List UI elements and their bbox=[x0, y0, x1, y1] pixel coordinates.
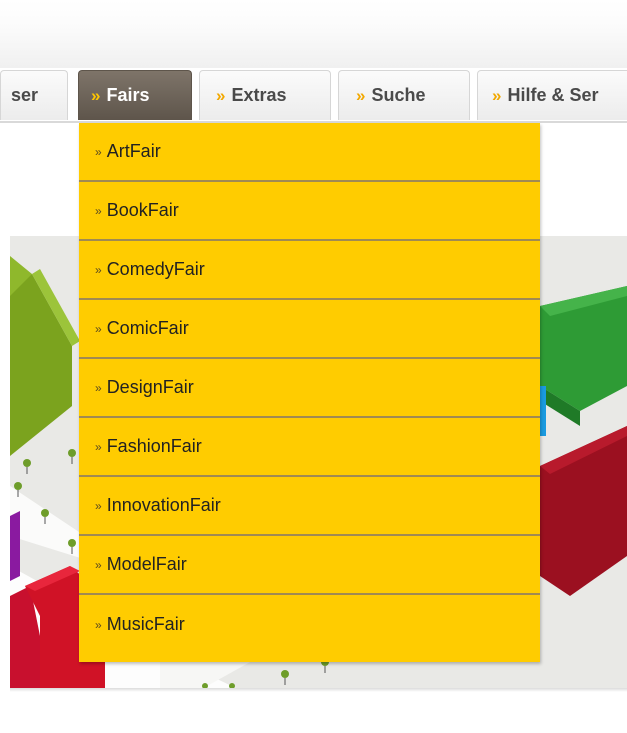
menu-item-designfair[interactable]: » DesignFair bbox=[79, 359, 540, 418]
tab-label: Suche bbox=[371, 85, 426, 105]
tab-fairs[interactable]: » Fairs bbox=[78, 70, 192, 120]
raquo-icon: » bbox=[91, 85, 101, 105]
raquo-icon: » bbox=[356, 85, 366, 105]
menu-item-label: ModelFair bbox=[106, 554, 187, 574]
menu-item-label: ArtFair bbox=[106, 141, 161, 161]
menu-item-label: FashionFair bbox=[106, 436, 202, 456]
menu-item-label: MusicFair bbox=[106, 614, 185, 634]
tab-hilfe-service[interactable]: » Hilfe & Ser bbox=[477, 70, 627, 120]
menu-item-artfair[interactable]: » ArtFair bbox=[79, 123, 540, 182]
menu-item-label: DesignFair bbox=[106, 377, 194, 397]
menu-item-modelfair[interactable]: » ModelFair bbox=[79, 536, 540, 595]
tab-label: ser bbox=[11, 85, 39, 105]
raquo-icon: » bbox=[95, 439, 102, 454]
raquo-icon: » bbox=[95, 380, 102, 395]
menu-item-fashionfair[interactable]: » FashionFair bbox=[79, 418, 540, 477]
tab-extras[interactable]: » Extras bbox=[199, 70, 331, 120]
raquo-icon: » bbox=[95, 321, 102, 336]
fairs-dropdown-menu: » ArtFair » BookFair » ComedyFair » Comi… bbox=[79, 123, 540, 662]
menu-item-comicfair[interactable]: » ComicFair bbox=[79, 300, 540, 359]
raquo-icon: » bbox=[95, 557, 102, 572]
tab-label: Hilfe & Ser bbox=[507, 85, 599, 105]
map-bottom-shadow bbox=[10, 688, 627, 692]
raquo-icon: » bbox=[95, 262, 102, 277]
raquo-icon: » bbox=[95, 144, 102, 159]
raquo-icon: » bbox=[492, 85, 502, 105]
tab-label: Fairs bbox=[106, 85, 150, 105]
menu-item-innovationfair[interactable]: » InnovationFair bbox=[79, 477, 540, 536]
raquo-icon: » bbox=[95, 617, 102, 632]
menu-item-label: ComedyFair bbox=[106, 259, 205, 279]
menu-item-comedyfair[interactable]: » ComedyFair bbox=[79, 241, 540, 300]
tab-label: Extras bbox=[231, 85, 287, 105]
tab-browser[interactable]: ser bbox=[0, 70, 68, 120]
site-header-bar bbox=[0, 0, 627, 68]
raquo-icon: » bbox=[216, 85, 226, 105]
raquo-icon: » bbox=[95, 203, 102, 218]
menu-item-label: InnovationFair bbox=[106, 495, 221, 515]
tab-suche[interactable]: » Suche bbox=[338, 70, 470, 120]
menu-item-label: ComicFair bbox=[106, 318, 189, 338]
menu-item-bookfair[interactable]: » BookFair bbox=[79, 182, 540, 241]
menu-item-label: BookFair bbox=[106, 200, 179, 220]
menu-item-musicfair[interactable]: » MusicFair bbox=[79, 595, 540, 654]
raquo-icon: » bbox=[95, 498, 102, 513]
